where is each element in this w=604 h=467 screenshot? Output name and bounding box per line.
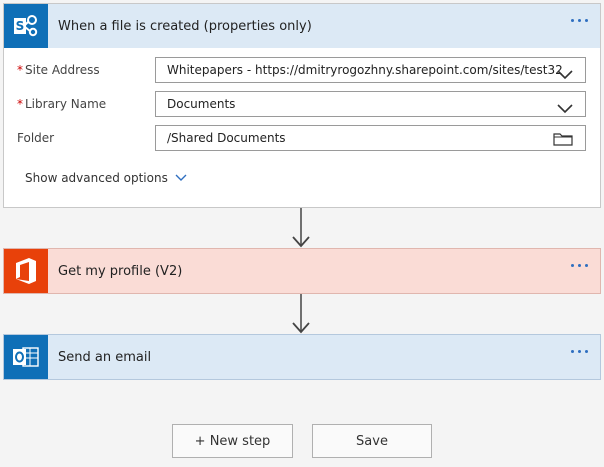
trigger-card-header[interactable]: S When a file is created (properties onl… — [4, 4, 600, 48]
svg-text:S: S — [16, 19, 25, 33]
connector-arrow — [291, 294, 311, 338]
site-address-value: Whitepapers - https://dmitryrogozhny.sha… — [167, 63, 563, 77]
office-icon — [4, 249, 48, 293]
get-profile-title: Get my profile (V2) — [58, 263, 183, 279]
get-profile-header[interactable]: Get my profile (V2) — [4, 249, 600, 293]
outlook-icon — [4, 335, 48, 379]
send-email-header[interactable]: Send an email — [4, 335, 600, 379]
folder-label: Folder — [17, 131, 55, 145]
trigger-card: S When a file is created (properties onl… — [3, 3, 601, 208]
library-name-row: * Library Name Documents — [4, 90, 600, 118]
required-star: * — [17, 63, 23, 77]
chevron-down-icon[interactable] — [557, 65, 573, 84]
folder-row: Folder /Shared Documents — [4, 124, 600, 152]
folder-icon[interactable] — [553, 131, 573, 150]
chevron-down-icon[interactable] — [557, 99, 573, 118]
library-name-label: * Library Name — [17, 97, 107, 111]
site-address-label: * Site Address — [17, 63, 100, 77]
library-name-value: Documents — [167, 97, 236, 111]
new-step-button[interactable]: + New step — [172, 424, 293, 458]
send-email-more-icon[interactable] — [571, 350, 588, 353]
trigger-title: When a file is created (properties only) — [58, 18, 312, 34]
get-profile-card[interactable]: Get my profile (V2) — [3, 248, 601, 294]
get-profile-more-icon[interactable] — [571, 264, 588, 267]
folder-input[interactable]: /Shared Documents — [155, 125, 586, 151]
site-address-dropdown[interactable]: Whitepapers - https://dmitryrogozhny.sha… — [155, 57, 586, 83]
trigger-more-icon[interactable] — [571, 19, 588, 22]
required-star: * — [17, 97, 23, 111]
show-advanced-options[interactable]: Show advanced options — [25, 171, 187, 185]
send-email-title: Send an email — [58, 349, 152, 365]
connector-arrow — [291, 208, 311, 252]
show-advanced-label: Show advanced options — [25, 171, 168, 185]
site-address-row: * Site Address Whitepapers - https://dmit… — [4, 56, 600, 84]
sharepoint-icon: S — [4, 4, 48, 48]
save-button[interactable]: Save — [312, 424, 432, 458]
chevron-down-icon — [175, 171, 187, 185]
send-email-card[interactable]: Send an email — [3, 334, 601, 380]
library-name-dropdown[interactable]: Documents — [155, 91, 586, 117]
folder-value: /Shared Documents — [167, 131, 286, 145]
